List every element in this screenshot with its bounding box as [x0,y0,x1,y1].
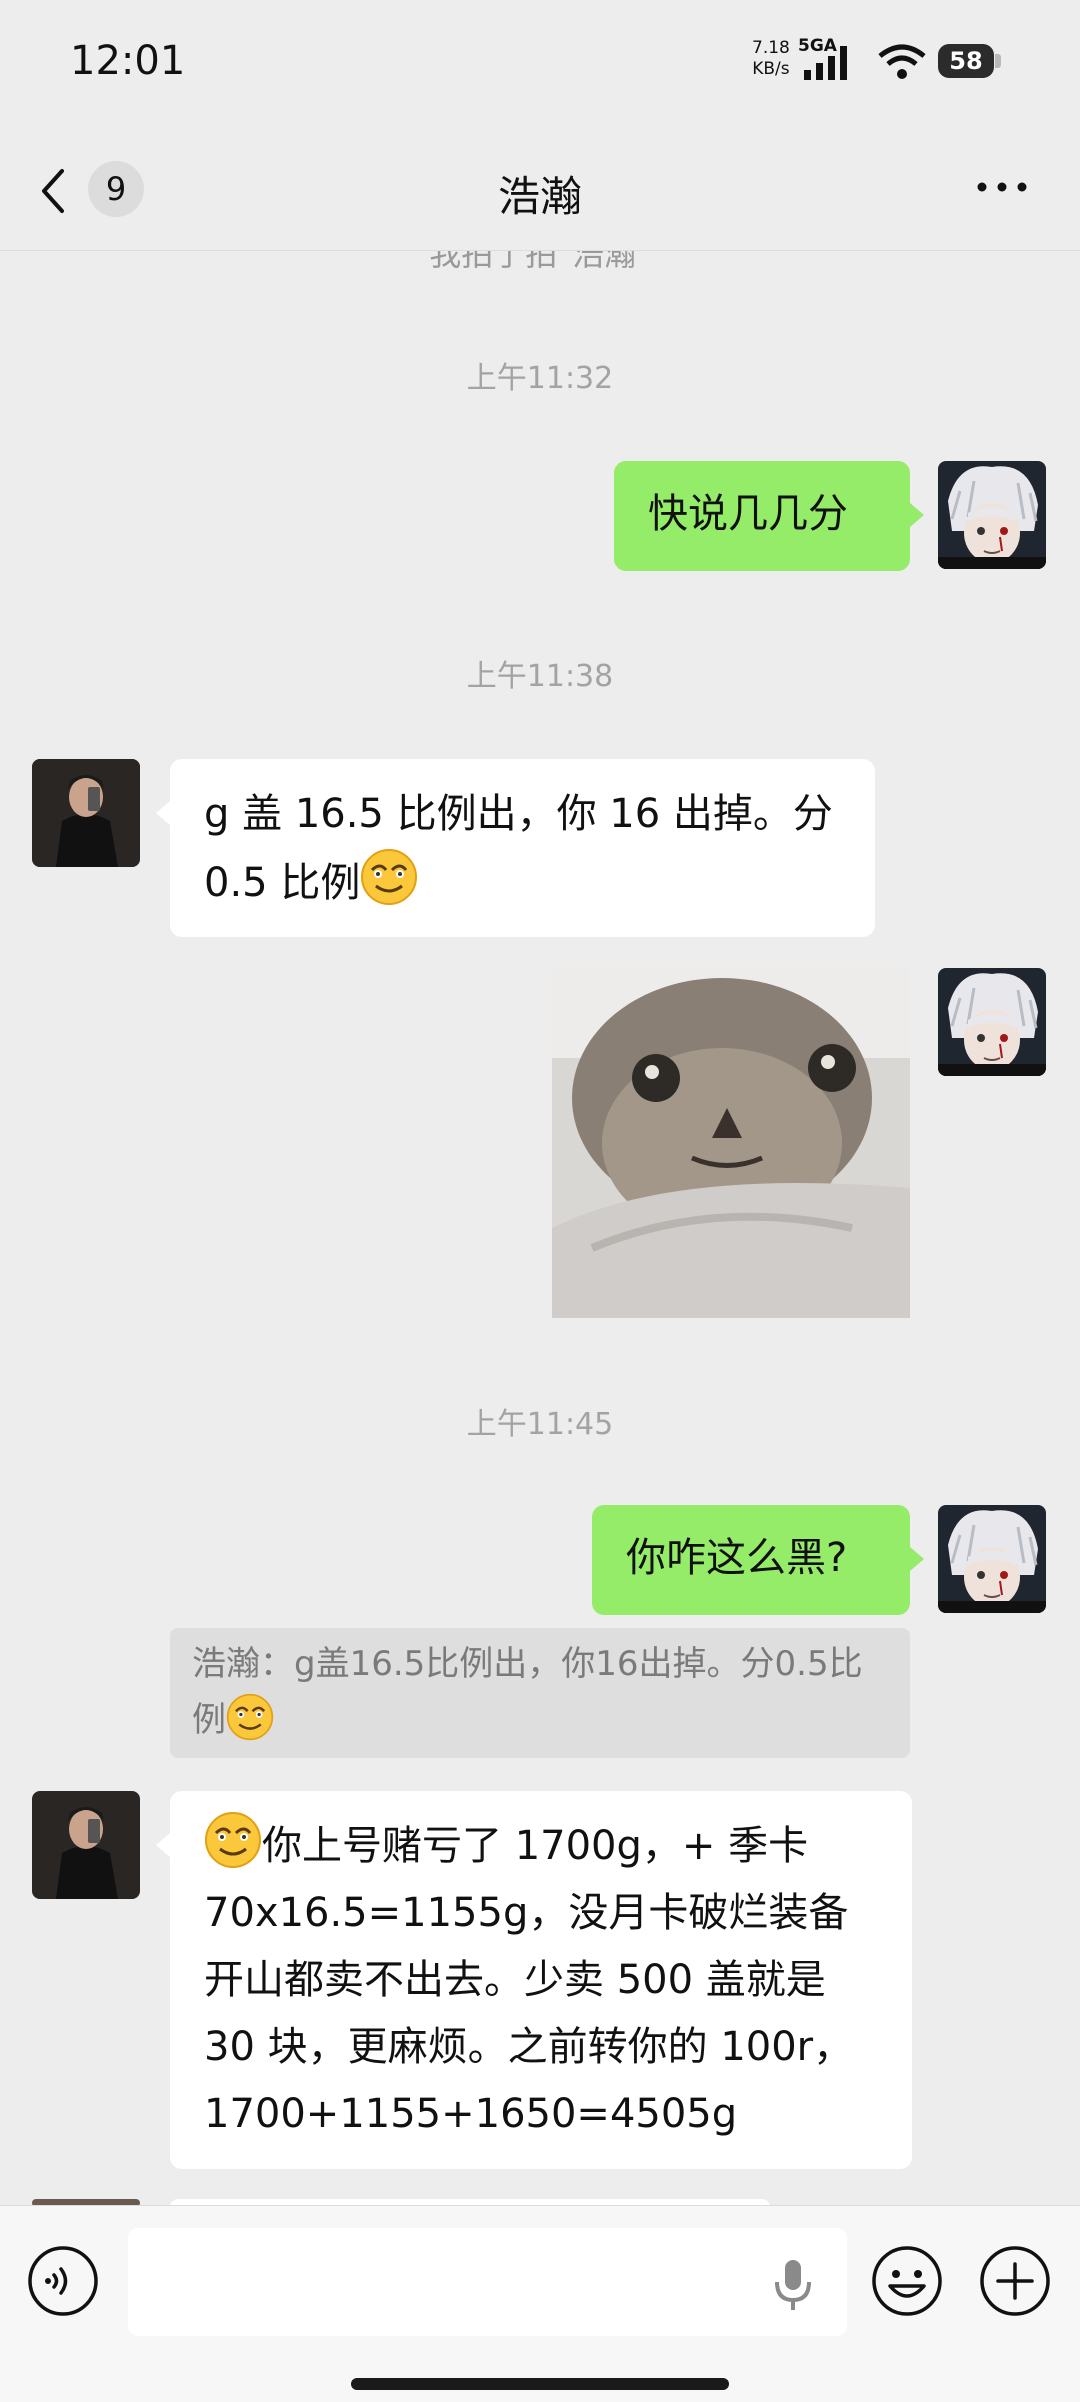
network-speed-unit: KB/s [752,59,790,79]
battery-indicator: 58 [938,44,994,78]
avatar-self-image [938,1505,1046,1613]
network-speed: 7.18 KB/s [752,38,790,80]
avatar-contact-image [32,1791,140,1899]
battery-cap [995,54,1001,68]
timestamp: 上午11:38 [466,659,614,694]
message-text-line: 30 块，更麻烦。之前转你的 100r， [204,2024,854,2070]
quoted-text-line: 例 [192,1700,226,1740]
chat-title: 浩瀚 [497,172,582,221]
network-speed-value: 7.18 [752,38,790,58]
avatar-contact[interactable] [32,759,140,867]
quoted-text-line: 浩瀚：g盖16.5比例出，你16出掉。分0.5比 [192,1644,863,1684]
message-bubble-outgoing[interactable]: 快说几几分 [614,461,924,571]
input-bar [0,2205,1080,2402]
chat-header: 9 浩瀚 [0,125,1080,251]
avatar-self-image [938,968,1046,1076]
avatar-self-image [938,461,1046,569]
avatar-self[interactable] [938,1505,1046,1613]
message-text: 你咋这么黑? [626,1535,848,1581]
message-bubble-incoming[interactable]: g 盖 16.5 比例出，你 16 出掉。分 0.5 比例 [156,759,875,937]
grinning-emoji-icon [205,1812,261,1868]
timestamp: 上午11:45 [466,1407,614,1442]
signal-icon [804,46,847,80]
system-notice: 我拍了拍"浩瀚" [429,251,651,273]
message-text-line: g 盖 16.5 比例出，你 16 出掉。分 [204,791,833,837]
message-bubble-outgoing[interactable]: 你咋这么黑? [592,1505,924,1615]
cat-sticker-image [552,968,910,1318]
message-input[interactable] [128,2228,847,2336]
avatar-self[interactable] [938,968,1046,1076]
status-bar: 12:01 7.18 KB/s 5GA 58 [0,0,1080,125]
more-dots-icon[interactable] [970,167,1034,207]
avatar-contact[interactable] [32,1791,140,1899]
message-bubble-incoming[interactable]: 你上号赌亏了 1700g，+ 季卡 70x16.5=1155g，没月卡破烂装备 … [156,1791,912,2169]
microphone-icon[interactable] [768,2258,818,2312]
grinning-emoji-icon [361,849,418,905]
timestamp: 上午11:32 [466,361,614,396]
grinning-emoji-icon [226,1693,274,1741]
cat-sticker[interactable] [552,968,910,1318]
avatar-contact-image [32,759,140,867]
message-text-line: 1700+1155+1650=4505g [204,2091,738,2137]
emoji-icon[interactable] [870,2244,944,2318]
message-text-line: 你上号赌亏了 1700g，+ 季卡 [262,1823,809,1869]
message-text-line: 开山都卖不出去。少卖 500 盖就是 [204,1957,826,2003]
message-text-line: 0.5 比例 [204,860,361,906]
quoted-message[interactable]: 浩瀚：g盖16.5比例出，你16出掉。分0.5比 例 [170,1628,910,1758]
message-text-line: 70x16.5=1155g，没月卡破烂装备 [204,1890,849,1936]
voice-icon[interactable] [26,2244,100,2318]
plus-icon[interactable] [978,2244,1052,2318]
home-indicator[interactable] [351,2378,729,2390]
avatar-self[interactable] [938,461,1046,569]
message-text: 快说几几分 [648,491,848,537]
chat-history[interactable]: 我拍了拍"浩瀚" 上午11:32 快说几几分 上午11:38 g 盖 16.5 … [0,251,1080,2206]
status-time: 12:01 [70,38,186,84]
wifi-icon [878,44,926,79]
